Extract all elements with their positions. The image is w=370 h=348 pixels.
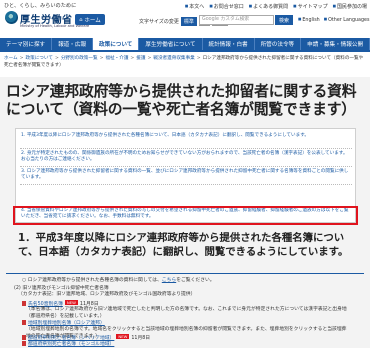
- prefecture-mongolia-roster-link[interactable]: 都道府県別死亡者名簿（モンゴル地域）: [28, 342, 114, 347]
- section-1-intro: ロシア連邦政府等から提供された各種名簿の資料に関しては、こちらをご覧ください。: [22, 278, 352, 285]
- global-nav: テーマ別に探す 報道・広報 政策について 厚生労働省について 統計情報・白書 所…: [0, 38, 370, 50]
- nav-item-themes[interactable]: テーマ別に探す: [0, 38, 53, 50]
- font-size-label: 文字サイズの変更: [139, 19, 179, 25]
- toc-link-2[interactable]: 2. 身元が特定されたものの、関係御遺族の所在が不明のためお知らせができていない…: [21, 151, 351, 164]
- nav-item-policy[interactable]: 政策について: [93, 38, 140, 50]
- site-header: ひと、くらし、みらいのために 厚生労働省 Ministry of Health,…: [0, 0, 370, 36]
- new-badge: NEW: [64, 300, 78, 305]
- intro-tail: をご覧ください。: [176, 278, 215, 283]
- home-icon: ⌂: [79, 16, 83, 23]
- nav-item-applications[interactable]: 申請・募集・情報公開: [301, 38, 370, 50]
- util-link-contact[interactable]: お問合せ窓口: [209, 3, 244, 10]
- new-badge: NEW: [116, 334, 130, 339]
- toc-divider: [20, 184, 352, 185]
- home-button-label: ホーム: [84, 17, 101, 24]
- util-link-sitemap[interactable]: サイトマップ: [293, 3, 328, 10]
- breadcrumb-item[interactable]: 援護: [136, 56, 145, 61]
- util-link-faq[interactable]: よくある御質問: [249, 3, 288, 10]
- section-1-title: 1．平成3年度以降にロシア連邦政府等から提供された各種名簿について、日本語（カタ…: [18, 232, 349, 258]
- util-link-main[interactable]: 本文へ: [185, 3, 204, 10]
- list-note: （本名簿は、ロシア連邦政府から旧ソ連地域で死亡したと判明した方の名簿です。なお、…: [26, 307, 347, 319]
- nav-item-statistics[interactable]: 統計情報・白書: [203, 38, 255, 50]
- ministry-emblem-icon[interactable]: [5, 11, 18, 24]
- pdf-icon: [22, 320, 26, 325]
- pdf-icon: [22, 301, 26, 306]
- language-links: English Other Languages: [298, 17, 369, 23]
- breadcrumb-item[interactable]: 政策について: [26, 56, 53, 61]
- pdf-icon: [22, 341, 26, 346]
- other-languages-link[interactable]: Other Languages: [324, 17, 369, 23]
- nav-item-laws[interactable]: 所管の法令等: [255, 38, 302, 50]
- list-item: 都道府県別死亡者名簿（モンゴル地域）: [22, 341, 352, 348]
- english-link[interactable]: English: [298, 17, 319, 23]
- intro-text: ロシア連邦政府等から提供された各種名簿の資料に関しては、: [27, 278, 162, 283]
- breadcrumb-item[interactable]: 戦没者遺骨収集事業: [153, 56, 194, 61]
- death-roster-source: （カタカナ表記：旧ソ連邦地域、ロシア連邦政府及びモンゴル国政府等より提供）: [18, 292, 196, 297]
- nav-item-press[interactable]: 報道・広報: [52, 38, 94, 50]
- toc-link-1[interactable]: 1. 平成3年度以降にロシア連邦政府等から提供された各種名簿について、日本語（カ…: [21, 133, 351, 139]
- toc-divider: [20, 166, 352, 167]
- search-input[interactable]: Google カスタム検索: [199, 15, 274, 25]
- breadcrumb-item[interactable]: ホーム: [4, 56, 18, 61]
- utility-links: 本文へ お問合せ窓口 よくある御質問 サイトマップ 国民参加の場: [185, 3, 367, 10]
- site-slogan: ひと、くらし、みらいのために: [4, 3, 77, 9]
- home-button[interactable]: ⌂ ホーム: [75, 14, 105, 25]
- breadcrumb: ホーム > 政策について > 分野別の政策一覧 > 福祉・介護 > 援護 > 戦没者遺骨収集事業 > ロ…: [4, 56, 364, 68]
- pdf-icon: [22, 335, 26, 340]
- highlight-box: [13, 206, 358, 225]
- font-size-standard-button[interactable]: 標準: [180, 17, 197, 26]
- here-link[interactable]: こちら: [162, 278, 176, 283]
- toc-divider: [20, 148, 352, 149]
- burial-site-roster-link[interactable]: 地域別埋葬地別名簿（ロシア連邦）: [28, 321, 105, 326]
- util-link-participation[interactable]: 国民参加の場: [333, 3, 367, 10]
- page-title: ロシア連邦政府等から提供された抑留者に関する資料について（資料の一覧や死亡者名簿…: [6, 83, 357, 118]
- nav-divider: [0, 50, 370, 52]
- nav-item-about[interactable]: 厚生労働省について: [139, 38, 203, 50]
- breadcrumb-item[interactable]: 福祉・介護: [105, 56, 128, 61]
- breadcrumb-item[interactable]: 分野別の政策一覧: [61, 56, 98, 61]
- section-1-rule: [6, 273, 364, 274]
- search-button[interactable]: 検索: [275, 15, 293, 25]
- toc-link-3[interactable]: 3. ロシア連邦政府等から提供された抑留者に関する資料の一覧、並びにロシア連邦政…: [21, 169, 351, 182]
